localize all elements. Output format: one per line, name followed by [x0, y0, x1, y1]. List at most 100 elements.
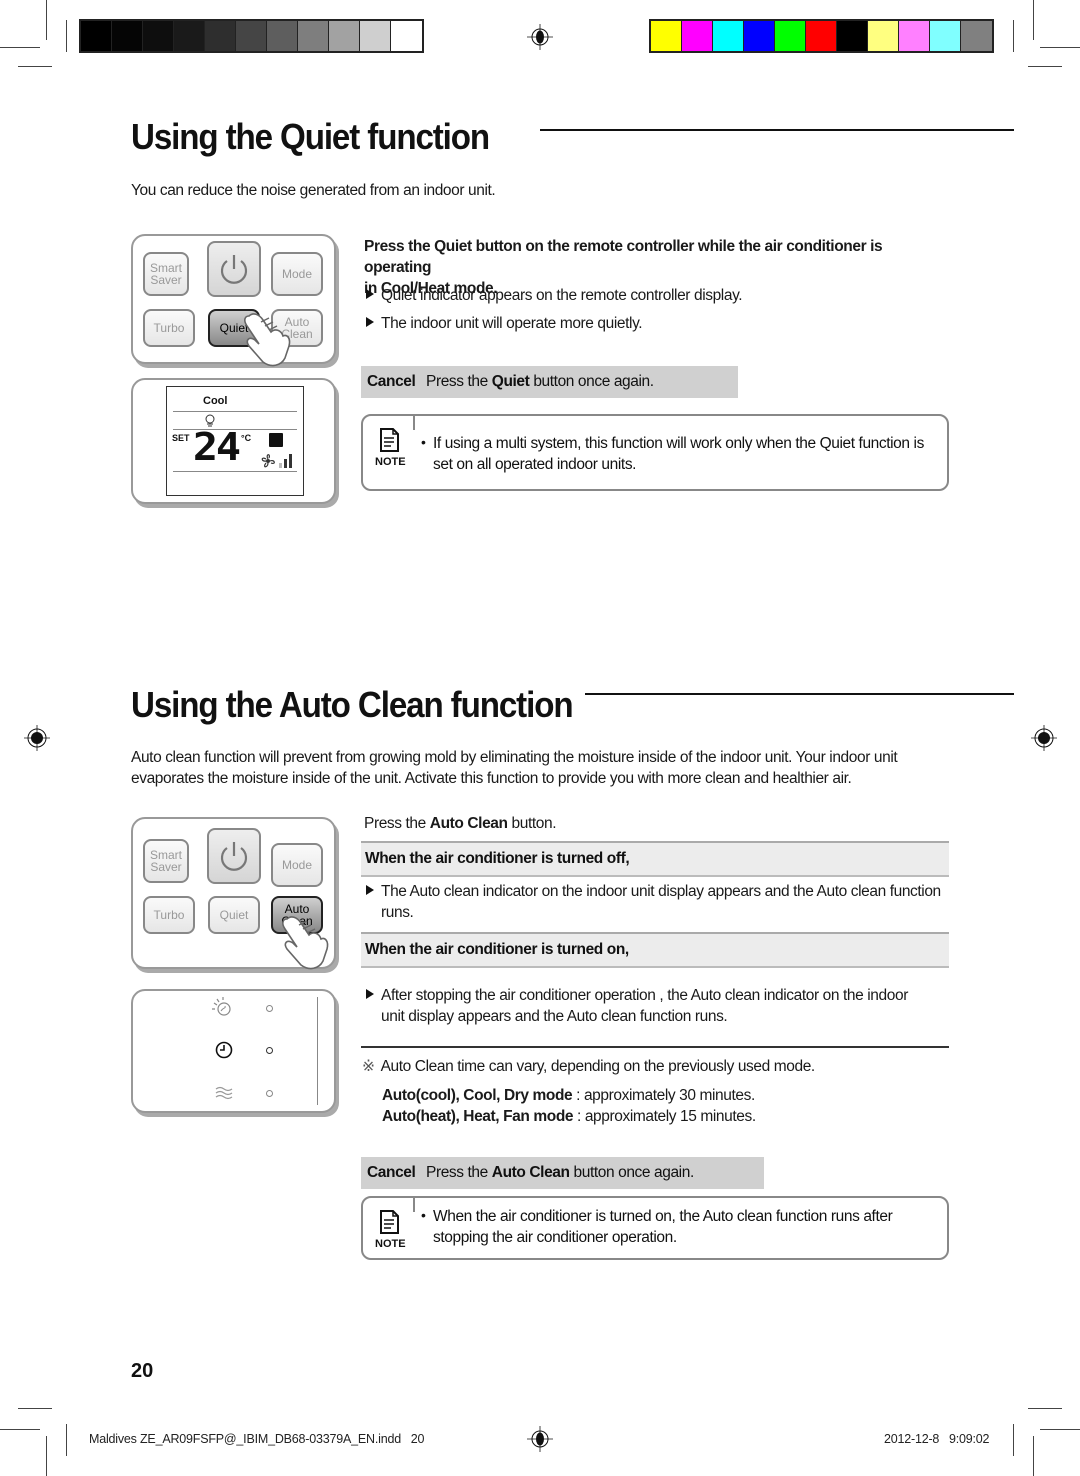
- fan-speed-bar: [289, 454, 292, 468]
- note-bullet: •: [421, 1207, 426, 1223]
- crop-mark: [66, 1424, 67, 1456]
- color-swatch: [651, 21, 682, 51]
- quiet-cancel-bar: Cancel Press the Quiet button once again…: [361, 366, 738, 398]
- instruction-text: Press the: [364, 815, 430, 832]
- crop-mark: [0, 47, 40, 48]
- triangle-bullet-icon: [366, 317, 374, 327]
- grayscale-swatch: [205, 21, 236, 51]
- auto-clean-duration-row: Auto(cool), Cool, Dry mode : approximate…: [382, 1085, 755, 1106]
- note-tick: [413, 414, 415, 430]
- crop-mark: [1040, 47, 1080, 48]
- indicator-led: [266, 1090, 273, 1097]
- color-swatch: [930, 21, 961, 51]
- note-text: If using a multi system, this function w…: [433, 433, 924, 475]
- auto-clean-note-box: NOTE • When the air conditioner is turne…: [361, 1196, 949, 1260]
- fan-mode-indicator-icon: [215, 1086, 233, 1100]
- lcd-divider: [173, 411, 297, 412]
- page-number: 20: [131, 1360, 154, 1382]
- remote-display-illustration: Cool SET 24 °C: [131, 378, 336, 504]
- crop-mark: [1033, 1436, 1034, 1476]
- button-label: Quiet: [219, 908, 249, 922]
- grayscale-swatch: [329, 21, 360, 51]
- color-swatch: [744, 21, 775, 51]
- color-swatch: [837, 21, 868, 51]
- bullet-text: After stopping the air conditioner opera…: [381, 987, 908, 1004]
- cancel-text: Press the Quiet button once again.: [426, 373, 654, 391]
- color-swatch: [806, 21, 837, 51]
- auto-clean-indicator-icon: [212, 997, 231, 1016]
- auto-clean-time-note: ※ Auto Clean time can vary, depending on …: [362, 1056, 815, 1077]
- registration-mark-icon: [527, 24, 553, 50]
- instruction-button-name: Quiet: [434, 238, 472, 255]
- note-label: NOTE: [375, 456, 406, 468]
- auto-clean-intro: Auto clean function will prevent from gr…: [131, 747, 991, 789]
- note-text: When the air conditioner is turned on, t…: [433, 1206, 893, 1248]
- note-label: NOTE: [375, 1238, 406, 1250]
- color-swatch: [713, 21, 744, 51]
- indicator-led: [266, 1047, 273, 1054]
- crop-mark: [1028, 66, 1062, 67]
- duration-modes: Auto(cool), Cool, Dry mode: [382, 1087, 573, 1104]
- cancel-button-name: Auto Clean: [491, 1164, 570, 1181]
- triangle-bullet-icon: [366, 989, 374, 999]
- crop-mark: [18, 66, 52, 67]
- section-divider: [361, 1046, 949, 1048]
- duration-value: : approximately 15 minutes.: [573, 1108, 756, 1125]
- grayscale-swatch: [391, 21, 422, 51]
- triangle-bullet-icon: [366, 289, 374, 299]
- crop-mark: [1040, 1429, 1080, 1430]
- power-icon: [220, 842, 248, 871]
- grayscale-swatch: [143, 21, 174, 51]
- smart-saver-button: Smart Saver: [143, 252, 189, 296]
- crop-mark: [66, 20, 67, 52]
- auto-clean-cancel-bar: Cancel Press the Auto Clean button once …: [361, 1157, 764, 1189]
- registration-mark-icon: [24, 725, 50, 751]
- bullet-text: The Auto clean indicator on the indoor u…: [381, 883, 941, 900]
- cancel-text-part: button once again.: [529, 373, 654, 390]
- time-note-text: Auto Clean time can vary, depending on t…: [380, 1058, 816, 1075]
- intro-line: Auto clean function will prevent from gr…: [131, 749, 898, 766]
- lcd-set-label: SET: [172, 433, 190, 443]
- note-line: set on all operated indoor units.: [433, 456, 637, 473]
- quiet-button: Quiet: [208, 896, 260, 934]
- indoor-unit-display-illustration: [131, 989, 336, 1113]
- power-icon: [220, 255, 248, 284]
- crop-mark: [1013, 20, 1014, 52]
- grayscale-swatch: [298, 21, 329, 51]
- cancel-text: Press the Auto Clean button once again.: [426, 1164, 694, 1182]
- grayscale-swatch: [267, 21, 298, 51]
- power-button: [207, 828, 261, 884]
- title-rule: [585, 693, 1014, 695]
- reference-mark-icon: ※: [362, 1058, 375, 1075]
- grayscale-swatch: [81, 21, 112, 51]
- pressing-hand-icon: [282, 916, 329, 970]
- auto-clean-off-bullet: The Auto clean indicator on the indoor u…: [366, 881, 951, 923]
- button-label: Turbo: [153, 321, 185, 335]
- subheading-turned-off: When the air conditioner is turned off,: [361, 841, 949, 877]
- remote-buttons-illustration: Smart Saver Mode Turbo Quiet Auto Clean: [131, 817, 336, 970]
- lcd-screen: Cool SET 24 °C: [166, 386, 304, 496]
- color-swatch: [682, 21, 713, 51]
- smart-saver-button: Smart Saver: [143, 839, 189, 883]
- crop-mark: [18, 1408, 52, 1409]
- turbo-button: Turbo: [143, 309, 195, 347]
- intro-line: evaporates the moisture inside of the un…: [131, 770, 852, 787]
- auto-clean-duration-row: Auto(heat), Heat, Fan mode : approximate…: [382, 1106, 756, 1127]
- note-line: stopping the air conditioner operation.: [433, 1229, 677, 1246]
- section-title-auto-clean: Using the Auto Clean function: [131, 684, 574, 725]
- cancel-label: Cancel: [367, 373, 416, 390]
- quiet-intro: You can reduce the noise generated from …: [131, 182, 496, 199]
- cancel-text-part: button once again.: [569, 1164, 695, 1181]
- duration-value: : approximately 30 minutes.: [572, 1087, 755, 1104]
- lcd-temperature-unit: °C: [241, 433, 252, 443]
- note-icon: NOTE: [375, 1208, 406, 1250]
- note-icon: NOTE: [375, 426, 406, 468]
- cancel-text-part: Press the: [426, 373, 492, 390]
- indicator-led: [266, 1005, 273, 1012]
- crop-mark: [46, 0, 47, 40]
- instruction-text: Press the: [364, 238, 435, 255]
- panel-edge: [317, 997, 318, 1105]
- registration-mark-icon: [1031, 725, 1057, 751]
- section-title-quiet: Using the Quiet function: [131, 116, 490, 157]
- pressing-hand-icon: [244, 313, 291, 367]
